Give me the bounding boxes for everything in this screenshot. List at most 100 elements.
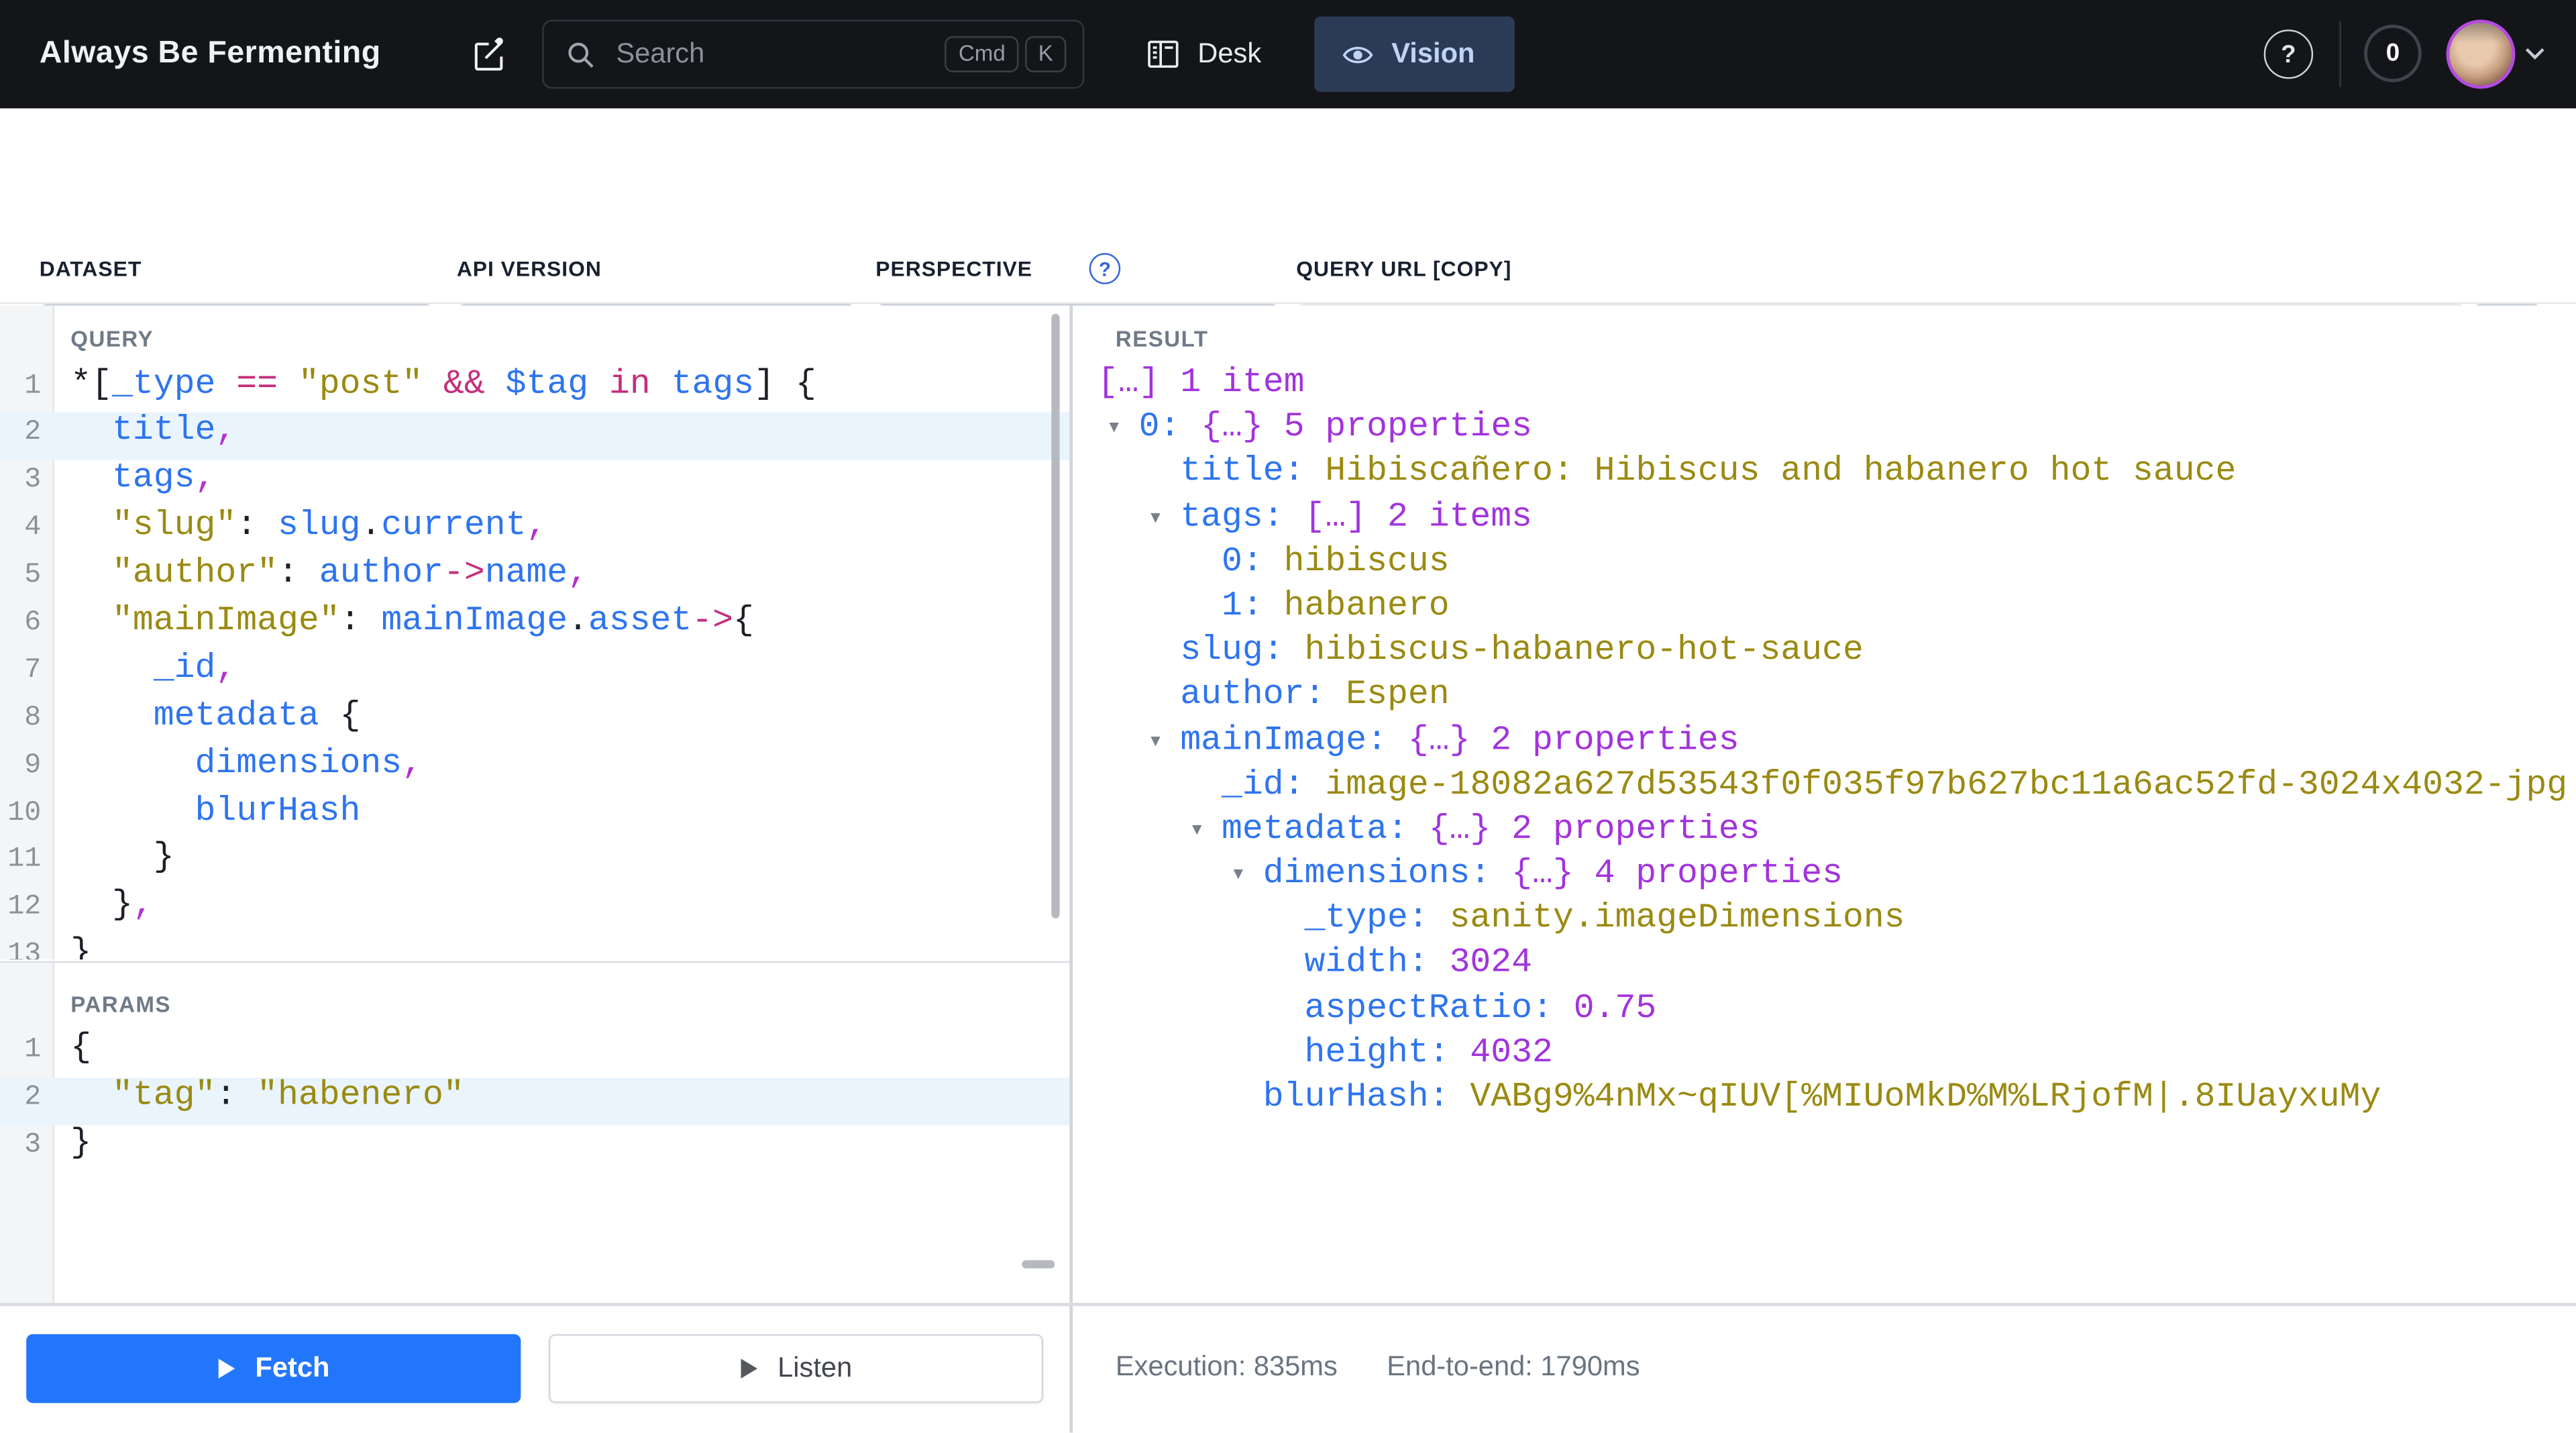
code-text: }	[54, 840, 174, 878]
code-line[interactable]: 2 title,	[0, 413, 1069, 461]
code-line[interactable]: 7 _id,	[0, 650, 1069, 698]
search-input[interactable]: Search Cmd K	[542, 19, 1084, 89]
code-text: blurHash	[54, 793, 361, 831]
collapse-toggle-icon[interactable]: ▼	[1189, 821, 1205, 839]
question-mark-icon: ?	[2281, 40, 2296, 68]
result-line: 0: hibiscus	[1071, 543, 2576, 588]
code-line[interactable]: 12 },	[0, 888, 1069, 935]
help-button[interactable]: ?	[2264, 30, 2313, 78]
api-version-label: API VERSION	[457, 256, 602, 281]
result-line: _type: sanity.imageDimensions	[1071, 901, 2576, 946]
result-line: blurHash: VABg9%4nMx~qIUV[%MIUoMkD%M%LRj…	[1071, 1079, 2576, 1124]
fetch-button[interactable]: Fetch	[26, 1334, 521, 1403]
execution-time: Execution: 835ms	[1116, 1350, 1338, 1383]
tab-desk[interactable]: Desk	[1137, 16, 1271, 92]
play-icon	[217, 1357, 237, 1380]
code-text: *[_type == "post" && $tag in tags] {	[54, 366, 816, 403]
query-scrollbar[interactable]	[1051, 314, 1059, 918]
listen-button[interactable]: Listen	[549, 1334, 1043, 1403]
code-line[interactable]: 13}	[0, 935, 1069, 959]
line-number: 10	[0, 798, 54, 829]
vision-app: Always Be Fermenting Search Cmd K	[0, 0, 2576, 1433]
kbd-k: K	[1025, 36, 1066, 72]
notifications-badge[interactable]: 0	[2364, 25, 2422, 83]
params-editor[interactable]: PARAMS 1{2 "tag": "habenero"3}	[0, 963, 1069, 1303]
result-line: ▼mainImage: {…} 2 properties	[1071, 722, 2576, 767]
code-line[interactable]: 3 tags,	[0, 460, 1069, 508]
code-text: {	[54, 1030, 91, 1068]
code-text: "slug": slug.current,	[54, 508, 547, 545]
code-line[interactable]: 10 blurHash	[0, 793, 1069, 841]
line-number: 3	[0, 466, 54, 497]
line-number: 1	[0, 1035, 54, 1067]
topbar-divider	[2339, 21, 2341, 87]
timing-stats: Execution: 835ms End-to-end: 1790ms	[1116, 1350, 1640, 1383]
result-pane: RESULT […] 1 item▼0: {…} 5 propertiestit…	[1071, 306, 2576, 1304]
code-line[interactable]: 9 dimensions,	[0, 745, 1069, 793]
collapse-toggle-icon[interactable]: ▼	[1147, 732, 1163, 750]
result-line: width: 3024	[1071, 945, 2576, 990]
code-line[interactable]: 8 metadata {	[0, 698, 1069, 745]
line-number: 9	[0, 750, 54, 782]
chevron-down-icon[interactable]	[2524, 44, 2546, 60]
main-area: QUERY 1*[_type == "post" && $tag in tags…	[0, 306, 2576, 1433]
listen-label: Listen	[777, 1352, 852, 1385]
end-to-end-time: End-to-end: 1790ms	[1387, 1350, 1640, 1383]
line-number: 4	[0, 513, 54, 545]
workspace-title: Always Be Fermenting	[40, 36, 381, 72]
result-line: 1: habanero	[1071, 588, 2576, 633]
result-line: ▼dimensions: {…} 4 properties	[1071, 856, 2576, 901]
badge-count: 0	[2386, 40, 2400, 68]
new-document-button[interactable]	[455, 21, 521, 87]
code-text: _id,	[54, 650, 236, 688]
result-line: _id: image-18082a627d53543f0f035f97b627b…	[1071, 767, 2576, 812]
query-pane-header: QUERY	[70, 327, 154, 352]
code-text: },	[54, 888, 154, 925]
search-icon	[565, 39, 596, 70]
user-avatar[interactable]	[2447, 19, 2516, 89]
fetch-label: Fetch	[255, 1352, 329, 1385]
code-line[interactable]: 2 "tag": "habenero"	[0, 1077, 1069, 1125]
desk-icon	[1146, 38, 1179, 70]
code-text: title,	[54, 413, 236, 451]
code-line[interactable]: 1{	[0, 1030, 1069, 1078]
collapse-toggle-icon[interactable]: ▼	[1230, 866, 1246, 884]
code-line[interactable]: 6 "mainImage": mainImage.asset->{	[0, 603, 1069, 651]
footer-divider	[0, 1303, 2576, 1306]
line-number: 3	[0, 1130, 54, 1161]
code-line[interactable]: 5 "author": author->name,	[0, 555, 1069, 603]
result-line: aspectRatio: 0.75	[1071, 990, 2576, 1035]
result-tree: […] 1 item▼0: {…} 5 propertiestitle: Hib…	[1071, 365, 2576, 1124]
code-text: tags,	[54, 460, 216, 498]
line-number: 13	[0, 940, 54, 959]
play-icon	[740, 1357, 759, 1380]
line-number: 8	[0, 703, 54, 735]
params-code[interactable]: 1{2 "tag": "habenero"3}	[0, 1030, 1069, 1173]
code-text: }	[54, 1125, 91, 1163]
code-line[interactable]: 4 "slug": slug.current,	[0, 508, 1069, 555]
collapse-toggle-icon[interactable]: ▼	[1147, 509, 1163, 527]
top-bar: Always Be Fermenting Search Cmd K	[0, 0, 2576, 109]
code-line[interactable]: 1*[_type == "post" && $tag in tags] {	[0, 366, 1069, 413]
perspective-help-icon[interactable]: ?	[1089, 253, 1121, 284]
perspective-label: PERSPECTIVE	[875, 256, 1032, 281]
line-number: 5	[0, 560, 54, 592]
tab-vision[interactable]: Vision	[1314, 16, 1515, 92]
code-line[interactable]: 11 }	[0, 840, 1069, 888]
params-pane-header: PARAMS	[70, 992, 171, 1017]
code-text: dimensions,	[54, 745, 423, 783]
collapse-toggle-icon[interactable]: ▼	[1106, 419, 1122, 437]
query-code[interactable]: 1*[_type == "post" && $tag in tags] {2 t…	[0, 366, 1069, 959]
code-text: "author": author->name,	[54, 555, 588, 593]
line-number: 6	[0, 608, 54, 639]
desk-label: Desk	[1197, 38, 1261, 70]
code-line[interactable]: 3}	[0, 1125, 1069, 1173]
line-number: 1	[0, 370, 54, 402]
vision-label: Vision	[1391, 38, 1474, 70]
params-scrollbar[interactable]	[1022, 1260, 1055, 1268]
line-number: 7	[0, 655, 54, 687]
result-line: title: Hibiscañero: Hibiscus and habaner…	[1071, 454, 2576, 499]
query-editor[interactable]: QUERY 1*[_type == "post" && $tag in tags…	[0, 306, 1069, 960]
code-text: }	[54, 935, 91, 959]
line-number: 2	[0, 418, 54, 449]
